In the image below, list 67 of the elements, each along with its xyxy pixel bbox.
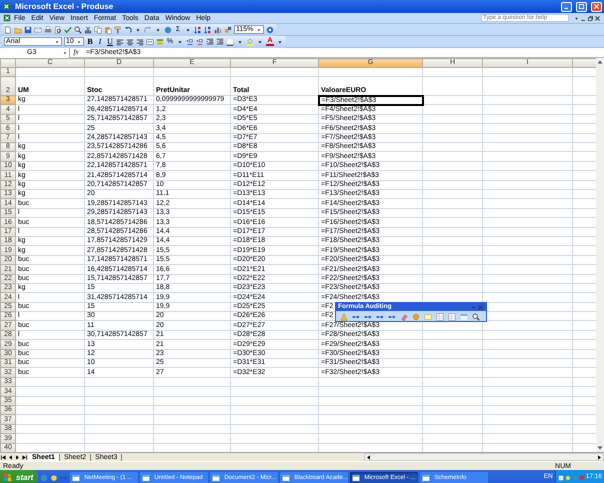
decrease-decimal-icon[interactable] [196,38,204,46]
drawing-icon[interactable] [224,26,232,34]
horizontal-scrollbar[interactable] [364,453,604,461]
window-icon [282,474,290,482]
sort-ascending-icon[interactable] [194,26,202,34]
bold-button[interactable]: B [86,38,94,46]
close-icon[interactable] [594,14,601,22]
outdent-icon[interactable] [206,38,214,46]
last-arrow-icon[interactable] [21,454,28,460]
checkmark-icon[interactable] [64,26,72,34]
circle-icon[interactable] [412,312,420,320]
excel-icon [2,2,11,11]
increase-decimal-icon[interactable] [186,38,194,46]
window-icon [212,474,220,482]
caret-icon [76,38,82,44]
brush-icon[interactable] [114,26,122,34]
align-left-icon[interactable] [116,38,124,46]
maximize-icon [578,3,585,10]
down-arrow-icon[interactable] [596,444,604,452]
align-right-icon[interactable] [136,38,144,46]
sort-descending-icon[interactable] [204,26,212,34]
paste-icon[interactable] [104,26,112,34]
sheet-icon[interactable] [436,312,444,320]
undo-icon[interactable] [124,26,132,34]
document-icon[interactable] [3,14,11,22]
arrow-icon[interactable] [376,312,384,320]
merge-icon[interactable] [146,38,154,46]
restore-icon[interactable] [587,14,594,22]
maximize-button[interactable] [576,2,587,12]
tray-icon[interactable] [50,474,58,482]
print-icon[interactable] [44,26,52,34]
window-icon [72,474,80,482]
indent-icon[interactable] [216,38,224,46]
window-icon[interactable] [460,312,468,320]
up-arrow-icon[interactable] [596,58,604,66]
right-arrow-icon[interactable] [596,454,603,460]
window-title: Microsoft Excel - Produse [15,2,114,10]
help-icon[interactable] [266,26,274,34]
close-button[interactable] [591,2,602,12]
window-icon [352,474,360,482]
copy-icon[interactable] [94,26,102,34]
magnifier-icon[interactable] [472,312,480,320]
window-icon [142,474,150,482]
fill-color-icon[interactable] [246,38,254,46]
italic-button[interactable]: I [96,38,104,46]
arrow-icon[interactable] [388,312,396,320]
arrow-icon[interactable] [352,312,360,320]
sheet-icon[interactable] [558,474,564,480]
print-preview-icon[interactable] [54,26,62,34]
underline-button[interactable]: U [106,38,114,46]
save-icon[interactable] [24,26,32,34]
borders-icon[interactable] [226,38,234,46]
arrow-icon[interactable] [364,312,372,320]
vertical-scrollbar[interactable] [596,58,604,452]
close-icon [593,3,600,10]
sheet-icon[interactable] [448,312,456,320]
align-center-icon[interactable] [126,38,134,46]
scissors-icon[interactable] [84,26,92,34]
envelope-icon[interactable] [34,26,42,34]
windows-logo-icon [3,473,12,482]
chart-icon[interactable] [214,26,222,34]
magnifier-icon[interactable] [74,26,82,34]
window-icon [422,474,430,482]
start-button[interactable]: start [0,470,38,483]
minimize-button[interactable] [561,2,572,12]
first-arrow-icon[interactable] [0,454,7,460]
left-arrow-icon[interactable] [365,454,372,460]
